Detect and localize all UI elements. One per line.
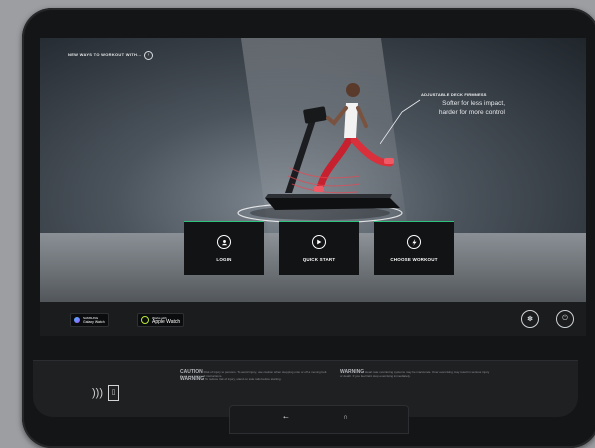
warning-title-left: WARNING: [180, 376, 205, 383]
power-icon: ⏻: [562, 315, 568, 322]
choose-workout-label: CHOOSE WORKOUT: [390, 257, 438, 262]
quick-start-button[interactable]: QUICK START: [279, 221, 359, 275]
fan-icon: ✽: [527, 316, 533, 323]
login-label: LOGIN: [216, 257, 232, 262]
quick-start-label: QUICK START: [302, 257, 336, 262]
power-button[interactable]: ⏻: [556, 310, 574, 328]
play-icon: [312, 235, 326, 249]
headphone-port-icon[interactable]: ∩: [343, 414, 348, 421]
usb-port-icon[interactable]: ⭠: [283, 414, 289, 422]
apple-watch-text: Works with Apple Watch: [152, 316, 181, 325]
touch-screen: NEW WAYS TO WORKOUT WITH... › ADJUSTABLE…: [40, 38, 586, 336]
galaxy-watch-text: SAMSUNG Galaxy Watch: [83, 316, 105, 324]
header-text: NEW WAYS TO WORKOUT WITH...: [68, 52, 142, 57]
warning-label: WARNING Heart rate monitoring systems ma…: [340, 370, 492, 378]
info-icon[interactable]: ›: [144, 51, 153, 60]
apple-watch-icon: [141, 316, 149, 324]
apple-watch-line2: Apple Watch: [152, 319, 181, 325]
callout-text: Softer for less impact, harder for more …: [421, 99, 505, 117]
callout-line-1: Softer for less impact,: [442, 100, 505, 107]
screen-bottom-bar: [40, 302, 586, 336]
port-panel: [229, 405, 409, 434]
samsung-icon: [74, 317, 80, 323]
galaxy-watch-line2: Galaxy Watch: [83, 320, 105, 324]
callout-line-2: harder for more control: [438, 109, 505, 116]
bolt-icon: [407, 235, 421, 249]
nfc-icon: ))): [92, 387, 103, 399]
warning-text-left: To reduce risk of injury, stand on side …: [204, 377, 282, 382]
callout-title: ADJUSTABLE DECK FIRMNESS: [421, 92, 487, 97]
fan-button[interactable]: ✽: [521, 310, 539, 328]
choose-workout-button[interactable]: CHOOSE WORKOUT: [374, 221, 454, 275]
galaxy-watch-badge[interactable]: SAMSUNG Galaxy Watch: [70, 313, 109, 327]
caution-label: CAUTION Risk of injury to persons. To av…: [180, 370, 332, 383]
user-icon: [217, 235, 231, 249]
apple-watch-badge[interactable]: Works with Apple Watch: [137, 313, 185, 327]
phone-icon: ▯: [108, 385, 119, 401]
login-button[interactable]: LOGIN: [184, 221, 264, 275]
